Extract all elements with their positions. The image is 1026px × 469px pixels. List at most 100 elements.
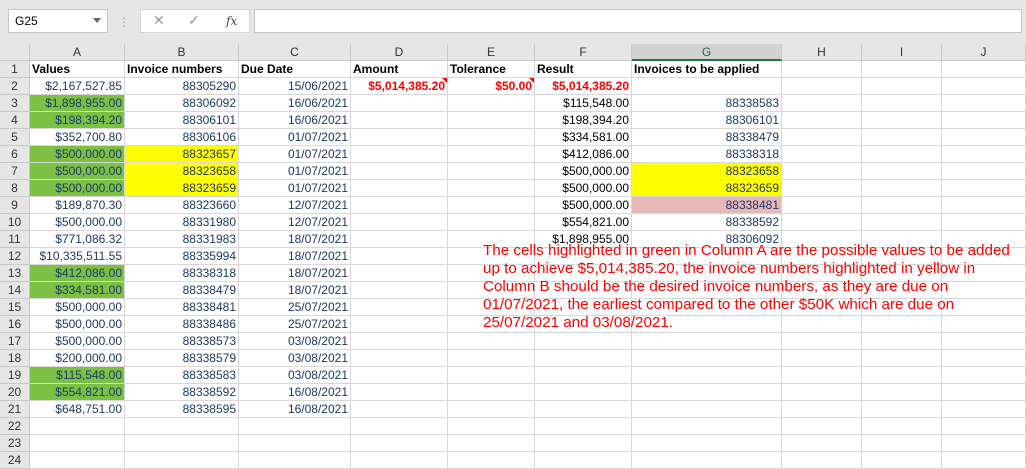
value-cell[interactable]: $412,086.00 (30, 265, 125, 282)
name-box[interactable]: G25 (8, 9, 108, 33)
grid-cell[interactable] (535, 418, 632, 435)
formula-input[interactable] (254, 9, 1022, 33)
due-date-cell[interactable]: 25/07/2021 (239, 299, 351, 316)
row-header[interactable]: 4 (0, 112, 30, 129)
invoice-number-cell[interactable]: 88338479 (125, 282, 239, 299)
grid-cell[interactable] (448, 418, 535, 435)
grid-cell[interactable] (351, 401, 448, 418)
value-cell[interactable]: $500,000.00 (30, 180, 125, 197)
grid-cell[interactable] (942, 129, 1026, 146)
grid-cell[interactable] (632, 333, 782, 350)
value-cell[interactable]: $334,581.00 (30, 282, 125, 299)
grid-cell[interactable] (448, 95, 535, 112)
value-cell[interactable]: $500,000.00 (30, 214, 125, 231)
due-date-cell[interactable]: 12/07/2021 (239, 214, 351, 231)
row-header[interactable]: 24 (0, 452, 30, 469)
grid-cell[interactable] (942, 367, 1026, 384)
column-title-f[interactable]: Result (535, 61, 632, 78)
grid-cell[interactable] (351, 282, 448, 299)
grid-cell[interactable] (782, 78, 862, 95)
row-header[interactable]: 8 (0, 180, 30, 197)
result-value-cell[interactable]: $115,548.00 (535, 95, 632, 112)
grid-cell[interactable] (125, 435, 239, 452)
invoice-number-cell[interactable]: 88306092 (125, 95, 239, 112)
row-header[interactable]: 18 (0, 350, 30, 367)
grid-cell[interactable] (448, 401, 535, 418)
value-cell[interactable]: $10,335,511.55 (30, 248, 125, 265)
invoice-number-cell[interactable]: 88331980 (125, 214, 239, 231)
column-header-e[interactable]: E (448, 44, 535, 61)
grid-cell[interactable] (632, 435, 782, 452)
value-cell[interactable]: $500,000.00 (30, 146, 125, 163)
grid-cell[interactable] (782, 163, 862, 180)
grid-cell[interactable] (632, 78, 782, 95)
grid-cell[interactable] (862, 112, 942, 129)
invoice-number-cell[interactable]: 88338595 (125, 401, 239, 418)
column-title-a[interactable]: Values (30, 61, 125, 78)
grid-cell[interactable] (30, 418, 125, 435)
grid-cell[interactable] (30, 452, 125, 469)
value-cell[interactable]: $189,870.30 (30, 197, 125, 214)
result-value-cell[interactable]: $500,000.00 (535, 163, 632, 180)
grid-cell[interactable] (351, 350, 448, 367)
value-cell[interactable]: $198,394.20 (30, 112, 125, 129)
grid-cell[interactable] (30, 435, 125, 452)
due-date-cell[interactable]: 18/07/2021 (239, 265, 351, 282)
grid-cell[interactable] (782, 418, 862, 435)
grid-cell[interactable] (782, 214, 862, 231)
column-header-c[interactable]: C (239, 44, 351, 61)
column-title-e[interactable]: Tolerance (448, 61, 535, 78)
grid-cell[interactable] (862, 129, 942, 146)
grid-cell[interactable] (862, 163, 942, 180)
column-header-d[interactable]: D (351, 44, 448, 61)
grid-cell[interactable] (448, 214, 535, 231)
grid-cell[interactable] (942, 333, 1026, 350)
row-header[interactable]: 21 (0, 401, 30, 418)
grid-cell[interactable] (942, 197, 1026, 214)
result-value-cell[interactable]: $500,000.00 (535, 180, 632, 197)
grid-cell[interactable] (942, 214, 1026, 231)
grid-cell[interactable] (448, 452, 535, 469)
invoice-number-cell[interactable]: 88323660 (125, 197, 239, 214)
invoice-applied-cell[interactable]: 88323659 (632, 180, 782, 197)
column-header-i[interactable]: I (862, 44, 942, 61)
row-header[interactable]: 10 (0, 214, 30, 231)
invoice-applied-cell[interactable]: 88338592 (632, 214, 782, 231)
grid-cell[interactable] (535, 350, 632, 367)
invoice-number-cell[interactable]: 88338486 (125, 316, 239, 333)
value-cell[interactable]: $200,000.00 (30, 350, 125, 367)
grid-cell[interactable] (351, 95, 448, 112)
grid-cell[interactable] (862, 367, 942, 384)
grid-cell[interactable] (862, 435, 942, 452)
grid-cell[interactable] (862, 61, 942, 78)
row-header[interactable]: 12 (0, 248, 30, 265)
row-header[interactable]: 5 (0, 129, 30, 146)
invoice-number-cell[interactable]: 88306101 (125, 112, 239, 129)
grid-cell[interactable] (942, 418, 1026, 435)
grid-cell[interactable] (125, 418, 239, 435)
value-cell[interactable]: $648,751.00 (30, 401, 125, 418)
column-title-d[interactable]: Amount (351, 61, 448, 78)
grid-cell[interactable] (351, 418, 448, 435)
grid-cell[interactable] (351, 146, 448, 163)
grid-cell[interactable] (351, 299, 448, 316)
grid-cell[interactable] (862, 333, 942, 350)
grid-cell[interactable] (535, 435, 632, 452)
tolerance-cell[interactable]: $50.00 (448, 78, 535, 95)
grid-cell[interactable] (351, 316, 448, 333)
grid-cell[interactable] (862, 197, 942, 214)
row-header[interactable]: 7 (0, 163, 30, 180)
grid-cell[interactable] (632, 452, 782, 469)
column-title-c[interactable]: Due Date (239, 61, 351, 78)
grid-cell[interactable] (782, 61, 862, 78)
due-date-cell[interactable]: 16/08/2021 (239, 384, 351, 401)
column-header-f[interactable]: F (535, 44, 632, 61)
grid-cell[interactable] (862, 452, 942, 469)
invoice-number-cell[interactable]: 88335994 (125, 248, 239, 265)
grid-cell[interactable] (351, 248, 448, 265)
grid-cell[interactable] (942, 401, 1026, 418)
grid-cell[interactable] (782, 129, 862, 146)
due-date-cell[interactable]: 01/07/2021 (239, 163, 351, 180)
row-header[interactable]: 2 (0, 78, 30, 95)
grid-cell[interactable] (239, 418, 351, 435)
